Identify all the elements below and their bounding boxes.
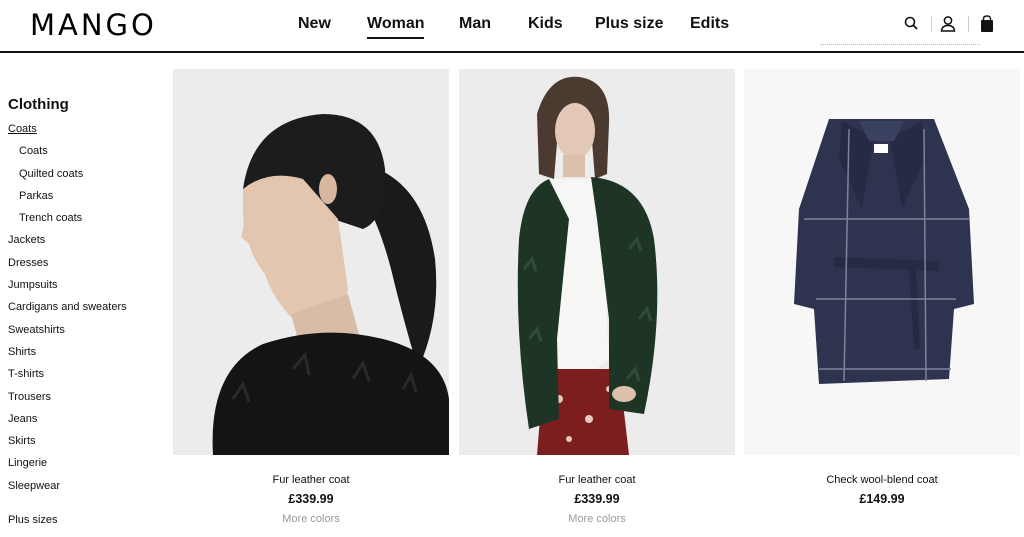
sidebar-item-label: Trousers [8,390,51,403]
sidebar-item-label: Plus sizes [8,514,58,527]
model-photo-illustration [459,69,735,455]
product-price: £339.99 [288,492,334,506]
nav-item-new[interactable]: New [298,15,331,37]
sidebar-item-skirts[interactable]: Skirts [8,433,168,455]
header-divider [931,16,932,32]
sidebar-item-label: Jumpsuits [8,279,58,292]
sidebar-item-label: Parkas [19,189,54,202]
sidebar-item-trousers[interactable]: Trousers [8,389,168,411]
sidebar-item-coats[interactable]: Coats [8,121,168,143]
nav-item-kids[interactable]: Kids [528,15,563,37]
brand-logo[interactable]: MANGO [30,8,157,42]
more-colors-link[interactable]: More colors [173,513,449,525]
sidebar-subitem-trench-coats[interactable]: Trench coats [8,210,168,232]
product-price: £149.99 [859,492,905,506]
product-card: Fur leather coat £339.99 More colors [173,69,449,525]
breadcrumb-fragment [820,44,980,49]
sidebar-item-label: Trench coats [19,212,83,225]
product-name[interactable]: Check wool-blend coat [744,474,1020,486]
category-sidebar: Clothing Coats Coats Quilted coats Parka… [8,96,168,534]
sidebar-item-label: Jeans [8,412,38,425]
sidebar-item-label: Sweatshirts [8,323,65,336]
sidebar-item-shirts[interactable]: Shirts [8,344,168,366]
sidebar-item-sleepwear[interactable]: Sleepwear [8,478,168,500]
sidebar-item-label: Cardigans and sweaters [8,301,127,314]
sidebar-item-sweatshirts[interactable]: Sweatshirts [8,322,168,344]
sidebar-item-dresses[interactable]: Dresses [8,255,168,277]
nav-item-plus-size[interactable]: Plus size [595,15,663,37]
model-photo-illustration [173,69,449,455]
sidebar-subitem-quilted-coats[interactable]: Quilted coats [8,166,168,188]
coat-photo-illustration [744,69,1020,455]
sidebar-item-lingerie[interactable]: Lingerie [8,455,168,477]
sidebar-heading: Clothing [8,96,69,113]
more-colors-link[interactable]: More colors [459,513,735,525]
sidebar-item-label: Coats [8,123,37,135]
sidebar-item-label: Quilted coats [19,167,84,180]
product-image[interactable] [173,69,449,455]
product-card: Fur leather coat £339.99 More colors [459,69,735,525]
product-image[interactable] [459,69,735,455]
shopping-bag-icon[interactable] [977,14,997,34]
sidebar-item-plus-sizes[interactable]: Plus sizes [8,512,168,534]
sidebar-subitem-parkas[interactable]: Parkas [8,188,168,210]
search-icon[interactable] [902,14,922,34]
sidebar-item-jackets[interactable]: Jackets [8,232,168,254]
sidebar-item-label: T-shirts [8,368,45,381]
header-divider [968,16,969,32]
product-name[interactable]: Fur leather coat [173,474,449,486]
product-card: Check wool-blend coat £149.99 [744,69,1020,506]
product-price: £339.99 [574,492,620,506]
user-icon[interactable] [938,14,958,34]
nav-item-man[interactable]: Man [459,15,491,37]
sidebar-item-jumpsuits[interactable]: Jumpsuits [8,277,168,299]
sidebar-item-label: Lingerie [8,457,48,470]
product-image[interactable] [744,69,1020,455]
sidebar-item-cardigans-and-sweaters[interactable]: Cardigans and sweaters [8,299,168,321]
nav-item-edits[interactable]: Edits [690,15,729,37]
sidebar-item-jeans[interactable]: Jeans [8,411,168,433]
product-name[interactable]: Fur leather coat [459,474,735,486]
sidebar-item-label: Sleepwear [8,479,60,492]
sidebar-item-label: Dresses [8,256,49,269]
sidebar-item-label: Jackets [8,234,46,247]
nav-item-woman[interactable]: Woman [367,15,425,39]
sidebar-item-t-shirts[interactable]: T-shirts [8,366,168,388]
sidebar-item-label: Coats [19,145,48,158]
sidebar-subitem-coats[interactable]: Coats [8,143,168,165]
sidebar-item-label: Skirts [8,435,36,448]
sidebar-item-label: Shirts [8,345,37,358]
